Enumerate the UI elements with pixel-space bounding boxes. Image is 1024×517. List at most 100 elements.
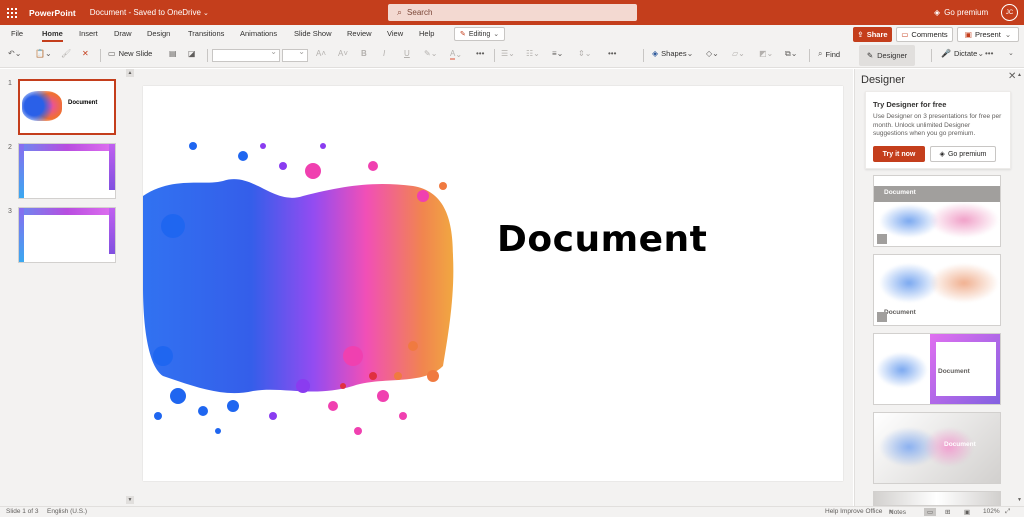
new-slide-label: New Slide xyxy=(118,49,153,58)
slide[interactable]: Document xyxy=(143,86,843,481)
design-idea-card[interactable]: Document xyxy=(873,333,1001,405)
align-icon[interactable]: ≡⌄ xyxy=(552,49,563,58)
present-button[interactable]: ▣ Present ⌄ xyxy=(957,27,1019,42)
decrease-font-icon[interactable]: A˅ xyxy=(338,49,348,58)
comments-button[interactable]: ▭ Comments xyxy=(896,27,953,42)
normal-view-icon[interactable]: ▭ xyxy=(924,508,937,516)
tab-home[interactable]: Home xyxy=(42,29,63,42)
slide-sorter-icon[interactable]: ⊞ xyxy=(945,508,950,516)
increase-font-icon[interactable]: A˄ xyxy=(316,49,326,58)
scroll-up-icon[interactable]: ▲ xyxy=(1017,72,1022,78)
designer-pane: Designer ✕ Try Designer for free Use Des… xyxy=(854,69,1024,506)
share-button[interactable]: ⇪ Share xyxy=(853,27,892,42)
tab-slide-show[interactable]: Slide Show xyxy=(294,29,332,38)
bullets-icon[interactable]: ☰⌄ xyxy=(501,49,515,58)
layout-icon[interactable]: ▤ xyxy=(169,49,177,58)
format-painter-icon[interactable]: 🖌 xyxy=(61,49,71,58)
help-improve-link[interactable]: Help Improve Office xyxy=(825,508,882,515)
design-idea-card[interactable]: Document xyxy=(873,412,1001,484)
underline-icon[interactable]: U xyxy=(404,49,410,58)
slide-number: 2 xyxy=(8,144,12,151)
diamond-icon: ◈ xyxy=(939,151,945,158)
delete-icon[interactable]: ✕ xyxy=(82,49,89,58)
slide-thumbnail-2[interactable] xyxy=(18,143,116,199)
new-slide-button[interactable]: ▭ New Slide xyxy=(108,49,152,58)
go-premium-link[interactable]: ◈ Go premium xyxy=(934,0,988,25)
tab-help[interactable]: Help xyxy=(419,29,434,38)
search-input[interactable] xyxy=(407,8,608,17)
design-card-label: Document xyxy=(944,441,976,448)
designer-icon: ✎ xyxy=(866,51,874,60)
language-indicator[interactable]: English (U.S.) xyxy=(47,508,87,515)
more-font-options-icon[interactable]: ••• xyxy=(476,49,484,58)
document-name[interactable]: Document - Saved to OneDrive ⌄ xyxy=(90,8,209,17)
tab-animations[interactable]: Animations xyxy=(240,29,277,38)
tab-review[interactable]: Review xyxy=(347,29,372,38)
pencil-icon: ✎ xyxy=(460,31,466,38)
tab-design[interactable]: Design xyxy=(147,29,170,38)
shapes-button[interactable]: ◈ Shapes ⌄ xyxy=(652,49,693,58)
zoom-level[interactable]: 102% xyxy=(983,508,1000,515)
try-it-now-button[interactable]: Try it now xyxy=(873,146,925,162)
more-options-icon[interactable]: ••• xyxy=(985,49,993,58)
tab-view[interactable]: View xyxy=(387,29,403,38)
chevron-down-icon: ⌄ xyxy=(1004,30,1012,39)
italic-icon[interactable]: I xyxy=(383,49,385,58)
undo-icon[interactable]: ↶⌄ xyxy=(8,49,21,58)
share-label: Share xyxy=(866,30,888,39)
shapes-label: Shapes xyxy=(661,49,687,58)
editing-label: Editing xyxy=(468,30,491,38)
designer-pane-title: Designer xyxy=(861,74,906,86)
editing-mode-button[interactable]: ✎ Editing ⌄ xyxy=(454,27,506,41)
premium-tag-icon xyxy=(877,234,887,244)
scroll-down-icon[interactable]: ▼ xyxy=(1017,497,1022,503)
find-button[interactable]: ⌕ Find xyxy=(818,49,840,59)
paint-splash-image xyxy=(143,142,454,435)
chevron-down-icon[interactable]: ⌄ xyxy=(1008,49,1014,57)
tab-draw[interactable]: Draw xyxy=(114,29,132,38)
paste-icon[interactable]: 📋⌄ xyxy=(35,49,52,58)
shape-outline-icon[interactable]: ▱⌄ xyxy=(732,49,745,58)
reset-icon[interactable]: ◪ xyxy=(188,49,196,58)
new-slide-icon: ▭ xyxy=(108,49,116,58)
tab-insert[interactable]: Insert xyxy=(79,29,98,38)
slide-title[interactable]: Document xyxy=(497,219,707,260)
save-status: Saved to OneDrive xyxy=(133,8,201,17)
dictate-button[interactable]: 🎤 Dictate ⌄ xyxy=(941,49,984,58)
slide-thumbnail-1[interactable]: Document xyxy=(18,79,116,135)
scroll-down-icon[interactable]: ▼ xyxy=(126,496,134,504)
designer-scrollbar[interactable]: ▲ ▼ xyxy=(1016,69,1024,506)
avatar[interactable]: JC xyxy=(1001,4,1018,21)
text-direction-icon[interactable]: ⇕⌄ xyxy=(578,49,591,58)
app-name[interactable]: PowerPoint xyxy=(29,8,76,18)
design-idea-card[interactable] xyxy=(873,491,1001,506)
scroll-up-icon[interactable]: ▲ xyxy=(126,69,134,77)
fit-slide-icon[interactable]: ⤢ xyxy=(1005,508,1010,516)
shape-fill-icon[interactable]: ◇⌄ xyxy=(706,49,719,58)
highlight-icon[interactable]: ✎⌄ xyxy=(424,49,437,58)
microphone-icon: 🎤 xyxy=(941,49,951,58)
bold-icon[interactable]: B xyxy=(361,49,367,58)
chevron-down-icon: ⌄ xyxy=(202,10,209,17)
tab-file[interactable]: File xyxy=(11,29,23,38)
slide-counter: Slide 1 of 3 xyxy=(6,508,39,515)
premium-tag-icon xyxy=(877,312,887,322)
font-family-select[interactable] xyxy=(212,47,280,62)
quick-styles-icon[interactable]: ◩⌄ xyxy=(759,49,773,58)
font-color-icon[interactable]: A ⌄ xyxy=(450,49,462,60)
reading-view-icon[interactable]: ▣ xyxy=(964,508,970,516)
slide-thumbnail-3[interactable] xyxy=(18,207,116,263)
arrange-icon[interactable]: ⧉⌄ xyxy=(785,49,797,59)
design-idea-card[interactable]: Document xyxy=(873,254,1001,326)
present-icon: ▣ xyxy=(964,30,972,39)
tab-transitions[interactable]: Transitions xyxy=(188,29,224,38)
numbering-icon[interactable]: ☷⌄ xyxy=(526,49,540,58)
go-premium-button[interactable]: ◈ Go premium xyxy=(930,146,996,162)
font-size-select[interactable] xyxy=(282,47,308,62)
more-paragraph-icon[interactable]: ••• xyxy=(608,49,616,58)
search-box[interactable]: ⌕ xyxy=(388,4,637,21)
divider xyxy=(809,49,810,62)
app-launcher-icon[interactable] xyxy=(0,0,24,25)
design-idea-card[interactable]: Document xyxy=(873,175,1001,247)
designer-button[interactable]: ✎ Designer xyxy=(859,45,915,66)
